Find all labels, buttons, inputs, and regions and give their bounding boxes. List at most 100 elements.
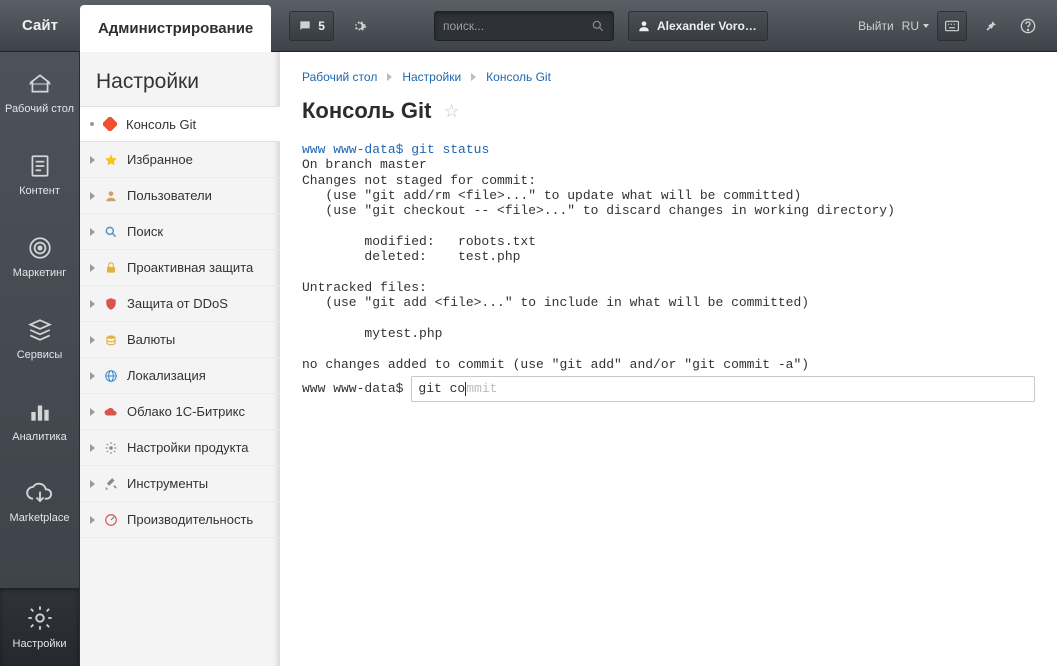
sidenav-item-git[interactable]: Консоль Git: [80, 106, 280, 142]
sidenav-item-search[interactable]: Поиск: [80, 214, 280, 250]
notifications-count: 5: [318, 19, 325, 33]
rail-item-desktop[interactable]: Рабочий стол: [0, 52, 79, 134]
rail: Рабочий стол Контент Маркетинг Сервисы А…: [0, 52, 80, 666]
rail-item-marketing[interactable]: Маркетинг: [0, 216, 79, 298]
sidenav-item-label: Проактивная защита: [127, 260, 253, 275]
breadcrumb-item[interactable]: Консоль Git: [486, 70, 551, 84]
sidenav-item-product-settings[interactable]: Настройки продукта: [80, 430, 280, 466]
breadcrumb: Рабочий стол Настройки Консоль Git: [302, 70, 1035, 84]
breadcrumb-item[interactable]: Настройки: [402, 70, 461, 84]
star-icon: [103, 152, 119, 168]
rail-label: Аналитика: [12, 431, 66, 443]
lang-switch[interactable]: RU: [902, 19, 929, 33]
cloud-icon: [103, 404, 119, 420]
sidenav-item-ddos[interactable]: Защита от DDoS: [80, 286, 280, 322]
caret-right-icon: [90, 156, 95, 164]
sidenav-item-label: Избранное: [127, 152, 193, 167]
sidenav-item-localization[interactable]: Локализация: [80, 358, 280, 394]
coins-icon: [103, 332, 119, 348]
sidenav-item-proactive[interactable]: Проактивная защита: [80, 250, 280, 286]
rail-item-marketplace[interactable]: Marketplace: [0, 462, 79, 544]
sidenav-item-favorites[interactable]: Избранное: [80, 142, 280, 178]
sidenav-item-users[interactable]: Пользователи: [80, 178, 280, 214]
rail-label: Контент: [19, 185, 60, 197]
terminal-input-value: git co: [418, 381, 465, 396]
sidenav-item-label: Пользователи: [127, 188, 212, 203]
pin-button[interactable]: [975, 11, 1005, 41]
rail-item-analytics[interactable]: Аналитика: [0, 380, 79, 462]
user-icon: [637, 19, 651, 33]
cloud-download-icon: [26, 482, 54, 506]
sidenav-item-currency[interactable]: Валюты: [80, 322, 280, 358]
sidenav-item-label: Локализация: [127, 368, 206, 383]
notifications-button[interactable]: 5: [289, 11, 334, 41]
sidenav: Настройки Консоль Git Избранное Пользова…: [80, 52, 280, 666]
favorite-star-button[interactable]: ☆: [443, 101, 459, 122]
gear-icon: [26, 604, 54, 632]
chevron-right-icon: [387, 73, 392, 81]
topbar-settings-button[interactable]: [344, 11, 374, 41]
search-placeholder: поиск...: [443, 19, 591, 33]
sidenav-heading: Настройки: [80, 52, 280, 106]
gear-icon: [351, 18, 367, 34]
comment-icon: [298, 19, 312, 33]
tab-admin-label: Администрирование: [98, 20, 253, 37]
sidenav-item-label: Настройки продукта: [127, 440, 249, 455]
logout-link[interactable]: Выйти: [858, 19, 894, 33]
search-icon: [103, 224, 119, 240]
help-button[interactable]: [1013, 11, 1043, 41]
rail-label: Marketplace: [10, 512, 70, 524]
terminal-output: www www-data$ git status On branch maste…: [302, 142, 1035, 372]
breadcrumb-item[interactable]: Рабочий стол: [302, 70, 377, 84]
rail-label: Маркетинг: [13, 267, 66, 279]
target-icon: [27, 235, 53, 261]
gear-icon: [103, 440, 119, 456]
user-name: Alexander Voro…: [657, 19, 757, 33]
caret-right-icon: [90, 264, 95, 272]
user-menu[interactable]: Alexander Voro…: [628, 11, 768, 41]
main-content: Рабочий стол Настройки Консоль Git Консо…: [280, 52, 1057, 666]
caret-right-icon: [90, 444, 95, 452]
sidenav-item-label: Консоль Git: [126, 117, 196, 132]
rail-item-services[interactable]: Сервисы: [0, 298, 79, 380]
rail-label: Сервисы: [17, 349, 63, 361]
sidenav-item-label: Облако 1С-Битрикс: [127, 404, 245, 419]
terminal-input-hint: mmit: [466, 381, 497, 396]
perf-icon: [103, 512, 119, 528]
rail-label: Рабочий стол: [5, 103, 74, 115]
chart-icon: [27, 399, 53, 425]
caret-right-icon: [90, 480, 95, 488]
search-input[interactable]: поиск...: [434, 11, 614, 41]
caret-right-icon: [90, 192, 95, 200]
caret-right-icon: [90, 516, 95, 524]
layers-icon: [27, 317, 53, 343]
sidenav-item-label: Поиск: [127, 224, 163, 239]
sidenav-item-label: Производительность: [127, 512, 253, 527]
caret-right-icon: [90, 372, 95, 380]
sidenav-item-tools[interactable]: Инструменты: [80, 466, 280, 502]
rail-label: Настройки: [13, 638, 67, 650]
rail-item-content[interactable]: Контент: [0, 134, 79, 216]
tab-site-label: Сайт: [22, 17, 58, 34]
pin-icon: [983, 19, 997, 33]
chevron-down-icon: [923, 24, 929, 28]
terminal-output-text: On branch master Changes not staged for …: [302, 157, 895, 371]
sidenav-item-performance[interactable]: Производительность: [80, 502, 280, 538]
sidenav-item-label: Инструменты: [127, 476, 208, 491]
chevron-right-icon: [471, 73, 476, 81]
tab-site[interactable]: Сайт: [0, 0, 80, 52]
sidenav-item-cloud[interactable]: Облако 1С-Битрикс: [80, 394, 280, 430]
hotkeys-button[interactable]: [937, 11, 967, 41]
tab-admin[interactable]: Администрирование: [80, 5, 271, 52]
keyboard-icon: [945, 20, 959, 32]
globe-icon: [103, 368, 119, 384]
caret-right-icon: [90, 408, 95, 416]
caret-right-icon: [90, 228, 95, 236]
rail-item-settings[interactable]: Настройки: [0, 588, 79, 666]
topbar: Сайт Администрирование 5 поиск... Alexan…: [0, 0, 1057, 52]
terminal-last-command: git status: [411, 142, 489, 157]
tools-icon: [103, 476, 119, 492]
git-icon: [102, 116, 118, 132]
terminal-command-input[interactable]: git commit: [411, 376, 1035, 402]
terminal-input-prompt: www www-data$: [302, 381, 403, 396]
